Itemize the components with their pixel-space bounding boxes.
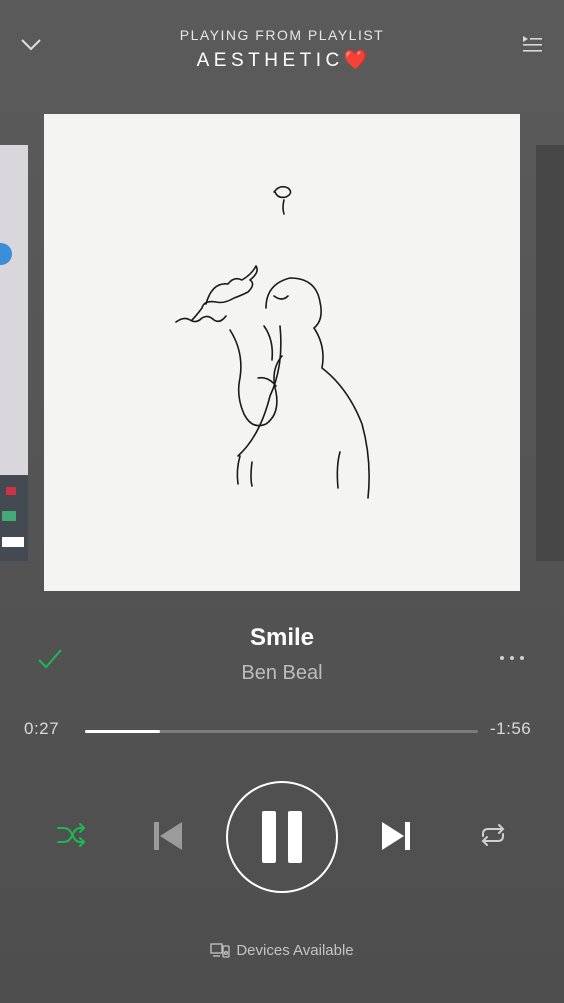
pause-icon [288,811,302,863]
more-icon[interactable] [498,650,526,666]
previous-track-cover[interactable] [0,145,28,561]
heart-emoji: ❤️ [343,50,368,71]
remaining-time: -1:56 [490,719,532,738]
cover-detail [0,475,28,561]
cover-detail [0,243,12,265]
devices-label: Devices Available [236,942,354,959]
pause-button[interactable] [226,781,338,893]
devices-icon [210,943,230,958]
shuffle-icon[interactable] [56,822,86,848]
skip-next-icon[interactable] [380,819,412,853]
next-track-cover[interactable] [536,145,564,561]
playing-from-label: PLAYING FROM PLAYLIST [179,27,385,43]
track-title: Smile [249,624,315,651]
pause-icon [262,811,276,863]
playlist-name: AESTHETIC [196,50,344,71]
skip-previous-icon[interactable] [152,819,184,853]
album-illustration [175,185,370,499]
track-artist[interactable]: Ben Beal [0,662,564,685]
devices-available-button[interactable]: Devices Available [0,942,564,959]
playlist-title[interactable]: AESTHETIC❤️ [0,48,564,72]
repeat-icon[interactable] [478,822,508,848]
queue-icon[interactable] [520,34,544,54]
progress-bar[interactable] [85,730,478,733]
album-art [44,114,520,591]
progress-fill [85,730,160,733]
elapsed-time: 0:27 [24,719,60,738]
